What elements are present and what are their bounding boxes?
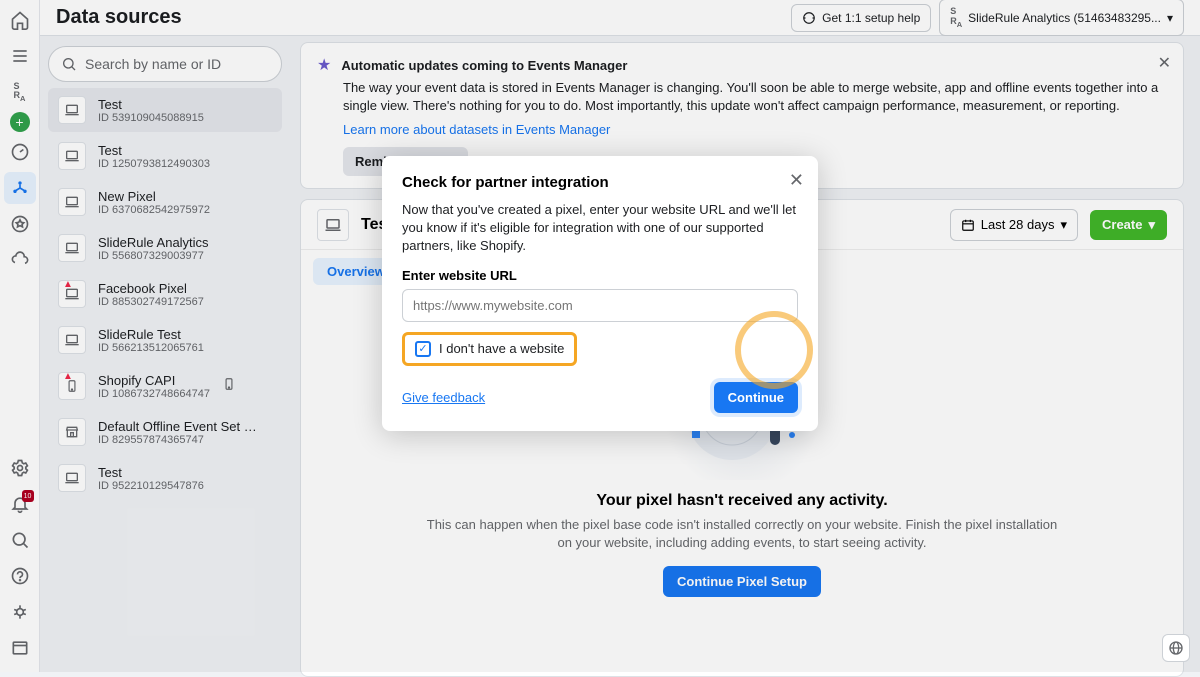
modal-desc: Now that you've created a pixel, enter y… xyxy=(402,201,798,256)
check-icon: ✓ xyxy=(415,341,431,357)
website-url-input[interactable] xyxy=(402,289,798,322)
continue-button[interactable]: Continue xyxy=(714,382,798,413)
give-feedback-link[interactable]: Give feedback xyxy=(402,390,485,405)
globe-icon[interactable] xyxy=(1162,634,1190,662)
modal-close-icon[interactable]: ✕ xyxy=(789,170,804,191)
partner-modal: ✕ Check for partner integration Now that… xyxy=(382,156,818,431)
modal-title: Check for partner integration xyxy=(402,174,798,191)
url-label: Enter website URL xyxy=(402,268,798,283)
no-website-checkbox[interactable]: ✓ I don't have a website xyxy=(402,332,577,366)
